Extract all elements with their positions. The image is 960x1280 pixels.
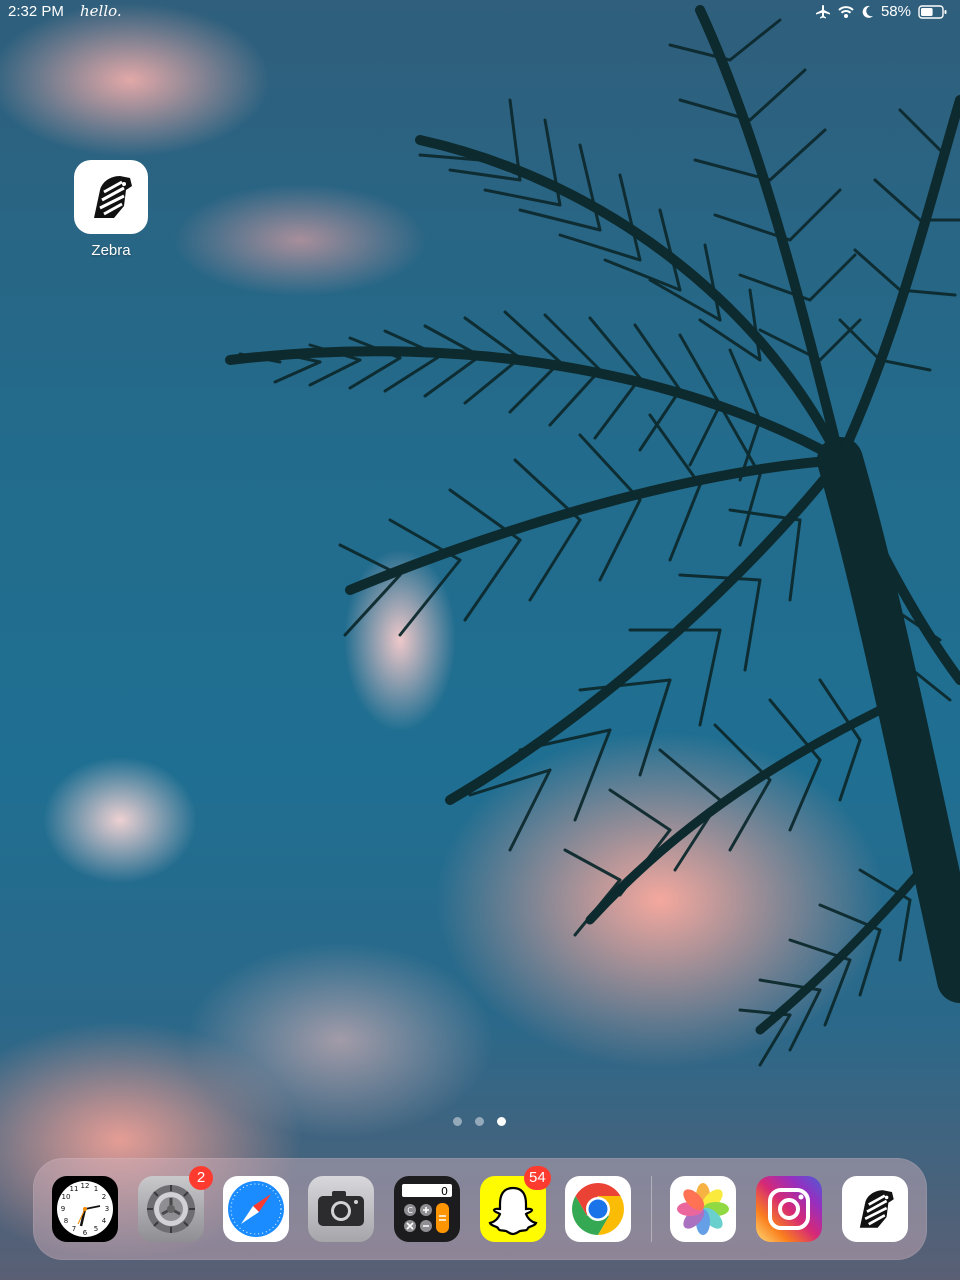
svg-text:12: 12 (81, 1182, 90, 1190)
snapchat-badge: 54 (524, 1166, 551, 1190)
svg-text:2: 2 (102, 1193, 106, 1201)
status-icons: 58% (815, 3, 948, 20)
wifi-icon (838, 5, 854, 18)
page-indicator[interactable] (453, 1117, 506, 1126)
svg-text:10: 10 (62, 1193, 71, 1201)
app-label-zebra: Zebra (91, 242, 131, 259)
page-dot-3[interactable] (497, 1117, 506, 1126)
clock-icon: 12 12 345 678 91011 (57, 1181, 113, 1237)
zebra-icon (859, 1190, 894, 1228)
settings-badge: 2 (189, 1166, 213, 1190)
chrome-icon (572, 1183, 624, 1235)
dock-app-calculator[interactable]: 0 C (394, 1176, 460, 1242)
svg-text:9: 9 (61, 1205, 65, 1213)
page-dot-1[interactable] (453, 1117, 462, 1126)
status-time: 2:32 PM (8, 3, 64, 20)
svg-text:1: 1 (94, 1185, 98, 1193)
battery-percent: 58% (880, 3, 911, 20)
status-bar: 2:32 PM hello. 58% (0, 0, 960, 26)
svg-text:4: 4 (102, 1217, 107, 1225)
page-dot-2[interactable] (475, 1117, 484, 1126)
compass-icon (228, 1181, 284, 1237)
dock-app-clock[interactable]: 12 1 2 345 678 9 10 11 (52, 1176, 118, 1242)
photos-flower-icon (677, 1183, 729, 1235)
app-zebra[interactable] (74, 160, 148, 234)
battery-icon (918, 4, 947, 19)
dock-app-safari[interactable] (223, 1176, 289, 1242)
dock-app-chrome[interactable] (565, 1176, 631, 1242)
dock-app-photos[interactable] (670, 1176, 736, 1242)
dock-app-zebra[interactable] (842, 1176, 908, 1242)
instagram-icon (768, 1188, 810, 1230)
dock-app-camera[interactable] (308, 1176, 374, 1242)
status-greeting: hello. (80, 2, 122, 20)
do-not-disturb-icon (862, 5, 873, 18)
svg-text:5: 5 (94, 1225, 98, 1233)
svg-text:7: 7 (72, 1225, 76, 1233)
svg-text:11: 11 (70, 1185, 79, 1193)
calculator-icon: 0 C (402, 1184, 452, 1233)
camera-icon (318, 1191, 364, 1226)
svg-text:3: 3 (105, 1205, 109, 1213)
zebra-icon (94, 176, 132, 218)
home-screen: 2:32 PM hello. 58% Zebra 12 1 2 3 4 5 6 … (0, 0, 960, 1280)
svg-text:C: C (407, 1206, 413, 1215)
dock-app-instagram[interactable] (756, 1176, 822, 1242)
airplane-mode-icon (815, 4, 830, 18)
calculator-display: 0 (441, 1185, 448, 1198)
svg-text:6: 6 (83, 1229, 88, 1237)
svg-text:8: 8 (64, 1217, 68, 1225)
dock-divider (651, 1176, 652, 1242)
